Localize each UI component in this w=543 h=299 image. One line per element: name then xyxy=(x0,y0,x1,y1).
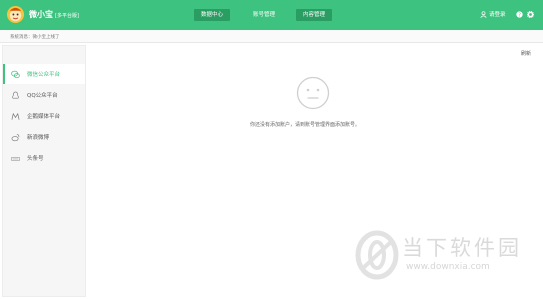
system-message: 系统消息：微小宝上线了 xyxy=(10,35,60,40)
neutral-face-icon xyxy=(296,76,330,110)
empty-state-message: 你还没有添加账户，请到账号管理界面添加账号。 xyxy=(250,122,361,128)
sidebar-item-toutiao[interactable]: 头条号 xyxy=(3,148,85,168)
toutiao-icon xyxy=(11,156,20,161)
tab-label: 账号管理 xyxy=(253,12,276,18)
svg-text:?: ? xyxy=(518,12,521,18)
sidebar-item-label: 新浪微博 xyxy=(27,135,50,141)
top-nav-bar: 微小宝 [多平台版] 数据中心 账号管理 内容管理 请登录 ? xyxy=(0,0,543,30)
sidebar: 微信公众平台 QQ公众平台 企鹅媒体平台 新浪微博 头条号 xyxy=(2,45,86,297)
system-message-bar: 系统消息：微小宝上线了 xyxy=(0,30,543,43)
tab-data-center[interactable]: 数据中心 xyxy=(194,9,231,21)
watermark-name: 当下软件园 xyxy=(402,236,522,260)
penguin-media-icon xyxy=(11,112,20,120)
watermark-logo-icon xyxy=(355,230,399,280)
sidebar-item-label: QQ公众平台 xyxy=(27,93,58,99)
sidebar-item-label: 微信公众平台 xyxy=(27,72,61,78)
watermark: 当下软件园 www.downxia.com xyxy=(355,230,540,290)
gear-icon[interactable] xyxy=(527,11,534,18)
wechat-icon xyxy=(11,70,20,78)
qq-icon xyxy=(12,91,19,99)
weibo-icon xyxy=(11,133,20,141)
login-button[interactable]: 请登录 xyxy=(480,10,506,18)
tab-label: 数据中心 xyxy=(201,12,224,18)
sidebar-item-label: 企鹅媒体平台 xyxy=(27,114,61,120)
watermark-url: www.downxia.com xyxy=(406,262,490,272)
tab-label: 内容管理 xyxy=(303,12,326,18)
login-label: 请登录 xyxy=(489,12,506,18)
sidebar-item-wechat[interactable]: 微信公众平台 xyxy=(3,64,85,84)
refresh-button[interactable]: 刷新 xyxy=(521,50,531,57)
user-icon xyxy=(480,10,487,18)
sidebar-item-label: 头条号 xyxy=(27,156,44,162)
sidebar-item-weibo[interactable]: 新浪微博 xyxy=(3,127,85,147)
sidebar-item-qq[interactable]: QQ公众平台 xyxy=(3,85,85,105)
tab-content-management[interactable]: 内容管理 xyxy=(296,9,333,21)
tab-account-management[interactable]: 账号管理 xyxy=(246,9,282,21)
app-subtitle: [多平台版] xyxy=(55,13,79,19)
app-logo xyxy=(6,5,25,24)
app-name: 微小宝 xyxy=(29,10,53,19)
app-title: 微小宝 [多平台版] xyxy=(29,9,79,20)
sidebar-item-penguin-media[interactable]: 企鹅媒体平台 xyxy=(3,106,85,126)
help-icon[interactable]: ? xyxy=(516,11,523,18)
